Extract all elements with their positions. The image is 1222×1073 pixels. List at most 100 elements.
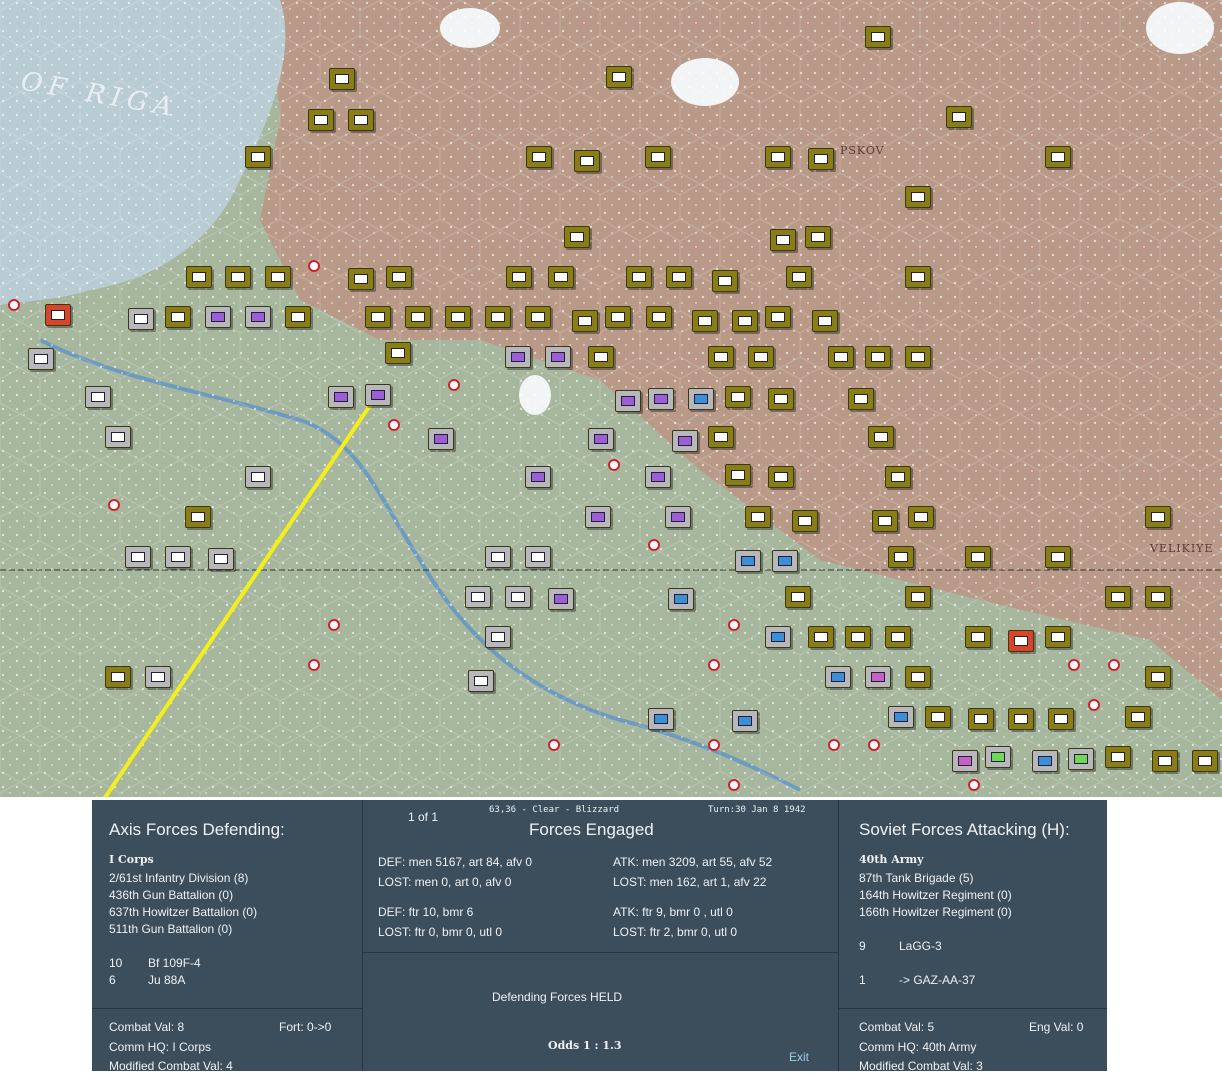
axis-unit-counter[interactable]: [692, 310, 718, 332]
empty-hex-marker[interactable]: [868, 739, 880, 751]
axis-unit-counter[interactable]: [885, 466, 911, 488]
axis-unit-counter[interactable]: [1145, 586, 1171, 608]
axis-unit-counter[interactable]: [165, 306, 191, 328]
axis-unit-counter[interactable]: [786, 266, 812, 288]
axis-unit-counter[interactable]: [506, 266, 532, 288]
axis-unit-counter[interactable]: [865, 26, 891, 48]
attacker-unit[interactable]: 164th Howitzer Regiment (0): [859, 888, 1012, 902]
empty-hex-marker[interactable]: [708, 739, 720, 751]
axis-unit-counter[interactable]: [965, 546, 991, 568]
soviet-unit-counter[interactable]: [765, 626, 791, 648]
empty-hex-marker[interactable]: [968, 779, 980, 791]
axis-unit-counter[interactable]: [666, 266, 692, 288]
axis-unit-counter[interactable]: [1045, 546, 1071, 568]
axis-unit-counter[interactable]: [808, 148, 834, 170]
axis-unit-counter[interactable]: [812, 310, 838, 332]
axis-unit-counter[interactable]: [645, 146, 671, 168]
empty-hex-marker[interactable]: [448, 379, 460, 391]
soviet-unit-counter[interactable]: [865, 666, 891, 688]
soviet-hq-counter[interactable]: [588, 428, 614, 450]
soviet-unit-counter[interactable]: [615, 390, 641, 412]
axis-unit-counter[interactable]: [1152, 750, 1178, 772]
defender-unit[interactable]: 436th Gun Battalion (0): [109, 888, 233, 902]
soviet-unit-counter[interactable]: [1068, 748, 1094, 770]
axis-unit-counter[interactable]: [748, 346, 774, 368]
axis-unit-counter[interactable]: [1048, 708, 1074, 730]
axis-unit-counter[interactable]: [785, 586, 811, 608]
defender-unit[interactable]: 2/61st Infantry Division (8): [109, 871, 248, 885]
soviet-unit-counter[interactable]: [888, 706, 914, 728]
axis-unit-counter[interactable]: [572, 310, 598, 332]
empty-hex-marker[interactable]: [708, 659, 720, 671]
attacker-unit[interactable]: 166th Howitzer Regiment (0): [859, 905, 1012, 919]
soviet-hq-counter[interactable]: [468, 670, 494, 692]
exit-button[interactable]: Exit: [789, 1050, 809, 1064]
axis-unit-counter[interactable]: [485, 306, 511, 328]
soviet-unit-counter[interactable]: [28, 348, 54, 370]
axis-unit-counter[interactable]: [564, 226, 590, 248]
axis-unit-counter[interactable]: [905, 186, 931, 208]
soviet-unit-counter[interactable]: [125, 546, 151, 568]
soviet-unit-counter[interactable]: [165, 546, 191, 568]
axis-unit-counter[interactable]: [365, 306, 391, 328]
soviet-unit-counter[interactable]: [245, 306, 271, 328]
axis-unit-counter[interactable]: [605, 306, 631, 328]
axis-unit-counter[interactable]: [1045, 146, 1071, 168]
soviet-unit-counter[interactable]: [672, 430, 698, 452]
soviet-unit-counter[interactable]: [485, 546, 511, 568]
axis-unit-counter[interactable]: [808, 626, 834, 648]
axis-unit-counter[interactable]: [329, 68, 355, 90]
axis-unit-counter[interactable]: [574, 150, 600, 172]
axis-unit-counter[interactable]: [905, 586, 931, 608]
soviet-unit-counter[interactable]: [545, 346, 571, 368]
axis-unit-counter[interactable]: [888, 546, 914, 568]
axis-unit-counter[interactable]: [626, 266, 652, 288]
soviet-unit-counter[interactable]: [1032, 750, 1058, 772]
soviet-unit-counter[interactable]: [505, 346, 531, 368]
soviet-unit-counter[interactable]: [825, 666, 851, 688]
empty-hex-marker[interactable]: [1068, 659, 1080, 671]
axis-unit-counter[interactable]: [185, 506, 211, 528]
axis-unit-counter[interactable]: [792, 510, 818, 532]
defender-unit[interactable]: 637th Howitzer Battalion (0): [109, 905, 257, 919]
axis-unit-counter[interactable]: [646, 306, 672, 328]
soviet-unit-counter[interactable]: [145, 666, 171, 688]
empty-hex-marker[interactable]: [728, 619, 740, 631]
axis-unit-counter[interactable]: [1105, 746, 1131, 768]
soviet-unit-counter[interactable]: [548, 588, 574, 610]
axis-unit-counter[interactable]: [765, 306, 791, 328]
axis-unit-counter[interactable]: [708, 426, 734, 448]
axis-unit-counter[interactable]: [1125, 706, 1151, 728]
axis-unit-counter[interactable]: [225, 266, 251, 288]
empty-hex-marker[interactable]: [548, 739, 560, 751]
soviet-hq-counter[interactable]: [732, 710, 758, 732]
soviet-unit-counter[interactable]: [735, 550, 761, 572]
axis-unit-counter[interactable]: [712, 270, 738, 292]
axis-unit-counter[interactable]: [768, 388, 794, 410]
empty-hex-marker[interactable]: [388, 419, 400, 431]
soviet-unit-counter[interactable]: [648, 388, 674, 410]
soviet-unit-counter[interactable]: [525, 546, 551, 568]
soviet-unit-counter[interactable]: [648, 708, 674, 730]
soviet-unit-counter[interactable]: [645, 466, 671, 488]
axis-unit-counter[interactable]: [845, 626, 871, 648]
axis-unit-counter[interactable]: [1145, 666, 1171, 688]
empty-hex-marker[interactable]: [108, 499, 120, 511]
soviet-unit-counter[interactable]: [428, 428, 454, 450]
soviet-hq-counter[interactable]: [525, 466, 551, 488]
axis-unit-counter[interactable]: [405, 306, 431, 328]
axis-unit-counter[interactable]: [848, 388, 874, 410]
axis-unit-counter[interactable]: [905, 266, 931, 288]
soviet-unit-counter[interactable]: [985, 746, 1011, 768]
axis-unit-counter[interactable]: [348, 268, 374, 290]
axis-unit-counter[interactable]: [186, 266, 212, 288]
empty-hex-marker[interactable]: [608, 459, 620, 471]
axis-unit-counter[interactable]: [1145, 506, 1171, 528]
empty-hex-marker[interactable]: [328, 619, 340, 631]
axis-unit-counter[interactable]: [965, 626, 991, 648]
empty-hex-marker[interactable]: [1108, 659, 1120, 671]
axis-unit-counter[interactable]: [285, 306, 311, 328]
axis-unit-counter[interactable]: [770, 229, 796, 251]
axis-unit-counter[interactable]: [525, 306, 551, 328]
axis-unit-counter[interactable]: [308, 109, 334, 131]
